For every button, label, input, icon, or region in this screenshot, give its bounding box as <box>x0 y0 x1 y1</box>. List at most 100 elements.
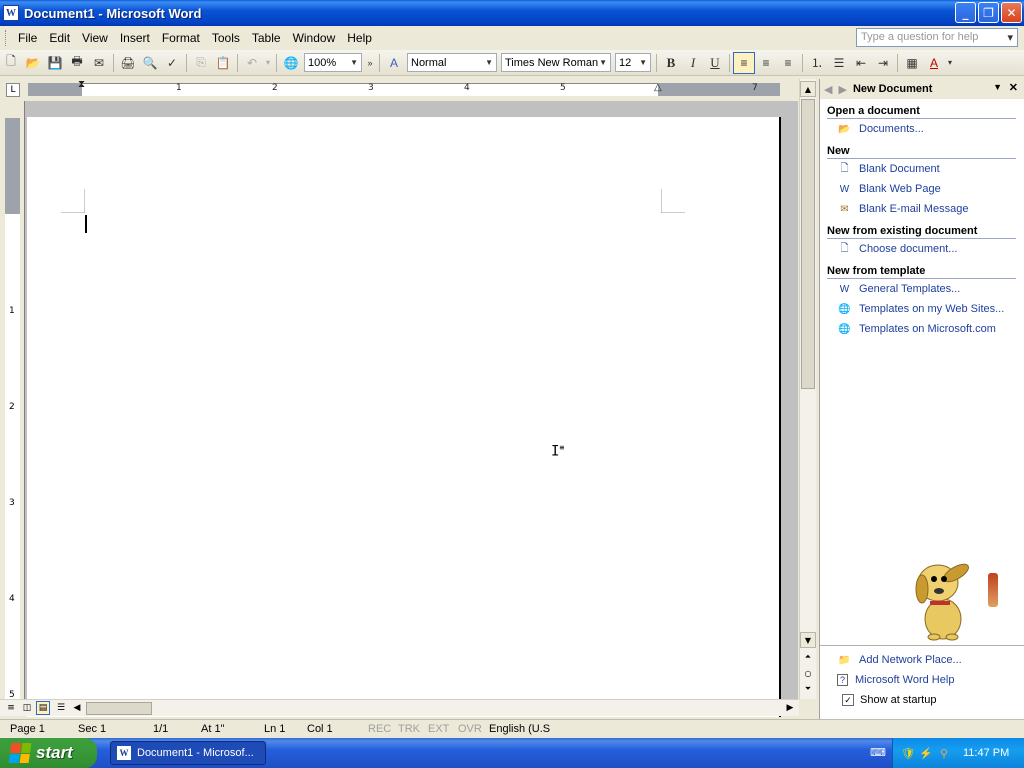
font-color-dropdown-icon[interactable]: ▾ <box>945 52 955 74</box>
style-dropdown-icon[interactable]: ▼ <box>485 58 493 67</box>
undo-icon[interactable]: ↶ <box>241 52 263 74</box>
toolbar-options-icon[interactable]: » <box>364 52 376 74</box>
show-at-startup-checkbox[interactable]: ✓ <box>842 694 854 706</box>
copy-icon[interactable]: ⎘ <box>190 52 212 74</box>
link-add-network-place-label[interactable]: Add Network Place... <box>859 654 962 666</box>
status-ovr[interactable]: OVR <box>458 723 482 735</box>
search-icon[interactable]: ⚲ <box>937 746 951 760</box>
menu-tools[interactable]: Tools <box>206 29 246 47</box>
select-browse-object-icon[interactable]: ○ <box>800 665 816 681</box>
status-trk[interactable]: TRK <box>398 723 420 735</box>
menu-format[interactable]: Format <box>156 29 206 47</box>
paste-icon[interactable]: 📋 <box>212 52 234 74</box>
decrease-indent-icon[interactable]: ⇤ <box>850 52 872 74</box>
horizontal-scroll-thumb[interactable] <box>86 702 152 715</box>
numbering-icon[interactable]: ⒈ <box>806 52 828 74</box>
borders-icon[interactable]: ▦ <box>901 52 923 74</box>
new-document-icon[interactable]: 🗋 <box>0 52 22 74</box>
link-blank-web-page[interactable]: W Blank Web Page <box>820 179 1024 199</box>
show-at-startup-label[interactable]: Show at startup <box>860 694 936 706</box>
clock[interactable]: 11:47 PM <box>963 747 1009 759</box>
link-web-templates-label[interactable]: Templates on my Web Sites... <box>859 303 1004 315</box>
horizontal-scrollbar[interactable]: ≡ ◫ ▤ ☰ ◀ ▶ <box>0 699 799 716</box>
next-page-icon[interactable]: ⏷ <box>800 681 816 697</box>
link-documents-label[interactable]: Documents... <box>859 123 924 135</box>
spelling-icon[interactable]: ✓ <box>161 52 183 74</box>
right-indent-marker[interactable]: △ <box>654 82 662 93</box>
task-pane-close-icon[interactable]: ✕ <box>1009 81 1018 94</box>
network-icon[interactable]: ⚡ <box>919 746 933 760</box>
font-size-combo[interactable]: 12 ▼ <box>615 53 651 72</box>
open-folder-icon[interactable]: 📂 <box>22 52 44 74</box>
font-combo[interactable]: Times New Roman ▼ <box>501 53 611 72</box>
task-pane-dropdown-icon[interactable]: ▼ <box>993 82 1002 92</box>
font-color-icon[interactable]: A <box>923 52 945 74</box>
email-icon[interactable]: ✉ <box>88 52 110 74</box>
restore-button[interactable]: ❐ <box>978 2 999 23</box>
scroll-right-icon[interactable]: ▶ <box>783 701 797 715</box>
link-documents[interactable]: 📂 Documents... <box>820 119 1024 139</box>
tab-selector-icon[interactable]: L <box>6 83 20 97</box>
vertical-ruler[interactable]: 1 2 3 4 5 <box>5 118 20 700</box>
scroll-down-icon[interactable]: ▼ <box>800 632 816 648</box>
link-word-help[interactable]: ? Microsoft Word Help <box>820 670 1024 690</box>
document-area[interactable]: I≡ <box>24 101 798 717</box>
scroll-left-icon[interactable]: ◀ <box>70 701 84 715</box>
print-icon[interactable]: 🖨 <box>117 52 139 74</box>
menubar-grip[interactable] <box>5 30 8 46</box>
menu-file[interactable]: File <box>12 29 43 47</box>
normal-view-icon[interactable]: ≡ <box>4 701 18 715</box>
outline-view-icon[interactable]: ☰ <box>54 701 68 715</box>
forward-icon[interactable]: ▶ <box>838 83 846 96</box>
italic-button[interactable]: I <box>682 52 704 74</box>
web-layout-view-icon[interactable]: ◫ <box>20 701 34 715</box>
zoom-dropdown-icon[interactable]: ▼ <box>350 58 358 67</box>
menu-window[interactable]: Window <box>287 29 342 47</box>
help-question-input[interactable]: Type a question for help ▾ <box>856 28 1018 47</box>
print-layout-view-icon[interactable]: ▤ <box>36 701 50 715</box>
show-at-startup-row[interactable]: ✓ Show at startup <box>820 690 1024 710</box>
underline-button[interactable]: U <box>704 52 726 74</box>
print-preview-icon[interactable]: 🔍 <box>139 52 161 74</box>
link-choose-document[interactable]: 🗋 Choose document... <box>820 239 1024 259</box>
bold-button[interactable]: B <box>660 52 682 74</box>
word-app-icon[interactable]: W <box>3 5 19 21</box>
styles-icon[interactable]: A <box>383 52 405 74</box>
font-size-dropdown-icon[interactable]: ▼ <box>639 58 647 67</box>
security-shield-icon[interactable]: 🛡 <box>901 746 915 760</box>
link-general-templates-label[interactable]: General Templates... <box>859 283 960 295</box>
link-blank-document[interactable]: 🗋 Blank Document <box>820 159 1024 179</box>
first-line-indent-marker[interactable]: ⧗ <box>78 79 85 90</box>
vertical-scroll-thumb[interactable] <box>801 99 815 389</box>
scroll-up-icon[interactable]: ▲ <box>800 81 816 97</box>
link-web-templates[interactable]: 🌐 Templates on my Web Sites... <box>820 299 1024 319</box>
keyboard-icon[interactable]: ⌨ <box>870 746 886 759</box>
link-blank-document-label[interactable]: Blank Document <box>859 163 940 175</box>
start-button[interactable]: start <box>0 738 97 768</box>
link-word-help-label[interactable]: Microsoft Word Help <box>855 674 954 686</box>
menu-table[interactable]: Table <box>246 29 287 47</box>
link-ms-templates-label[interactable]: Templates on Microsoft.com <box>859 323 996 335</box>
help-dropdown-icon[interactable]: ▾ <box>1007 31 1013 44</box>
menu-help[interactable]: Help <box>341 29 378 47</box>
menu-edit[interactable]: Edit <box>43 29 76 47</box>
link-blank-email-label[interactable]: Blank E-mail Message <box>859 203 968 215</box>
office-assistant-dog-icon[interactable] <box>910 549 976 641</box>
align-center-icon[interactable]: ≡ <box>755 52 777 74</box>
bullets-icon[interactable]: ☰ <box>828 52 850 74</box>
back-icon[interactable]: ◀ <box>824 83 832 96</box>
menu-insert[interactable]: Insert <box>114 29 156 47</box>
align-left-icon[interactable]: ≡ <box>733 51 755 74</box>
web-toolbar-icon[interactable]: 🌐 <box>280 52 302 74</box>
link-blank-web-page-label[interactable]: Blank Web Page <box>859 183 941 195</box>
menu-view[interactable]: View <box>76 29 114 47</box>
link-choose-document-label[interactable]: Choose document... <box>859 243 957 255</box>
font-dropdown-icon[interactable]: ▼ <box>599 58 607 67</box>
align-right-icon[interactable]: ≡ <box>777 52 799 74</box>
title-bar[interactable]: W Document1 - Microsoft Word _ ❐ ✕ <box>0 0 1024 26</box>
link-ms-templates[interactable]: 🌐 Templates on Microsoft.com <box>820 319 1024 339</box>
status-ext[interactable]: EXT <box>428 723 449 735</box>
undo-dropdown-icon[interactable]: ▾ <box>263 52 273 74</box>
previous-page-icon[interactable]: ⏶ <box>800 649 816 665</box>
link-general-templates[interactable]: W General Templates... <box>820 279 1024 299</box>
